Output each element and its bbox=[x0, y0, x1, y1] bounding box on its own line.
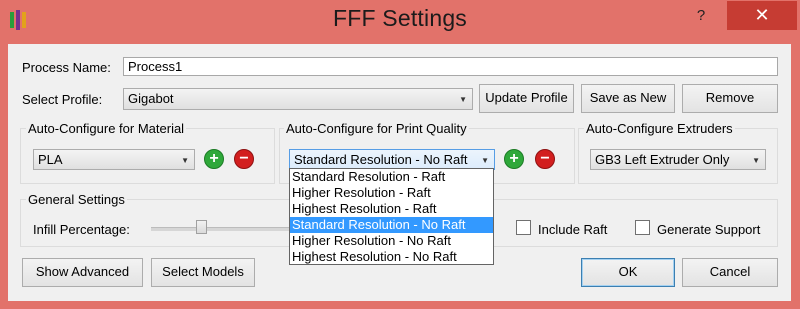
minus-icon: − bbox=[239, 150, 249, 167]
window-title: FFF Settings bbox=[332, 5, 468, 31]
infill-percentage-label: Infill Percentage: bbox=[33, 222, 130, 237]
material-select[interactable]: PLA ▼ bbox=[33, 149, 195, 170]
select-models-button[interactable]: Select Models bbox=[151, 258, 255, 287]
print-quality-dropdown-list: Standard Resolution - Raft Higher Resolu… bbox=[289, 168, 494, 265]
show-advanced-button[interactable]: Show Advanced bbox=[22, 258, 143, 287]
process-name-label: Process Name: bbox=[22, 60, 111, 75]
print-quality-group-title: Auto-Configure for Print Quality bbox=[284, 121, 469, 136]
chevron-down-icon: ▼ bbox=[752, 156, 760, 165]
infill-slider-track[interactable] bbox=[151, 227, 291, 231]
process-name-input[interactable]: Process1 bbox=[123, 57, 778, 76]
fff-settings-window: FFF Settings ? ✕ Process Name: Process1 … bbox=[0, 0, 800, 309]
remove-material-button[interactable]: − bbox=[234, 149, 254, 169]
dropdown-option[interactable]: Standard Resolution - Raft bbox=[290, 169, 493, 185]
add-material-button[interactable]: + bbox=[204, 149, 224, 169]
extruders-select-value: GB3 Left Extruder Only bbox=[595, 152, 730, 167]
extruders-group-title: Auto-Configure Extruders bbox=[584, 121, 735, 136]
chevron-down-icon: ▼ bbox=[181, 156, 189, 165]
general-settings-group-title: General Settings bbox=[26, 192, 127, 207]
update-profile-button[interactable]: Update Profile bbox=[479, 84, 574, 113]
plus-icon: + bbox=[509, 150, 519, 167]
cancel-button[interactable]: Cancel bbox=[682, 258, 778, 287]
dropdown-option[interactable]: Higher Resolution - Raft bbox=[290, 185, 493, 201]
ok-button[interactable]: OK bbox=[581, 258, 675, 287]
select-profile-label: Select Profile: bbox=[22, 92, 103, 107]
print-quality-select[interactable]: Standard Resolution - No Raft ▼ bbox=[289, 149, 495, 170]
chevron-down-icon: ▼ bbox=[459, 95, 467, 104]
infill-slider-thumb[interactable] bbox=[196, 220, 207, 234]
help-icon[interactable]: ? bbox=[688, 7, 714, 29]
plus-icon: + bbox=[209, 150, 219, 167]
dropdown-option[interactable]: Highest Resolution - Raft bbox=[290, 201, 493, 217]
include-raft-label: Include Raft bbox=[538, 222, 608, 237]
remove-profile-button[interactable]: Remove bbox=[682, 84, 778, 113]
add-quality-button[interactable]: + bbox=[504, 149, 524, 169]
profile-select[interactable]: Gigabot ▼ bbox=[123, 88, 473, 110]
extruders-select[interactable]: GB3 Left Extruder Only ▼ bbox=[590, 149, 766, 170]
save-as-new-button[interactable]: Save as New bbox=[581, 84, 675, 113]
dialog-client-area: Process Name: Process1 Select Profile: G… bbox=[8, 44, 791, 301]
close-icon[interactable]: ✕ bbox=[727, 1, 797, 30]
dropdown-option[interactable]: Highest Resolution - No Raft bbox=[290, 249, 493, 265]
include-raft-checkbox[interactable] bbox=[516, 220, 531, 235]
remove-quality-button[interactable]: − bbox=[535, 149, 555, 169]
generate-support-label: Generate Support bbox=[657, 222, 761, 237]
material-group-title: Auto-Configure for Material bbox=[26, 121, 187, 136]
chevron-down-icon: ▼ bbox=[481, 156, 489, 165]
profile-select-value: Gigabot bbox=[128, 91, 174, 106]
title-bar: FFF Settings ? ✕ bbox=[0, 0, 800, 42]
print-quality-select-value: Standard Resolution - No Raft bbox=[294, 152, 468, 167]
dropdown-option-highlighted[interactable]: Standard Resolution - No Raft bbox=[290, 217, 493, 233]
generate-support-checkbox[interactable] bbox=[635, 220, 650, 235]
dropdown-option[interactable]: Higher Resolution - No Raft bbox=[290, 233, 493, 249]
minus-icon: − bbox=[540, 150, 550, 167]
material-select-value: PLA bbox=[38, 152, 63, 167]
